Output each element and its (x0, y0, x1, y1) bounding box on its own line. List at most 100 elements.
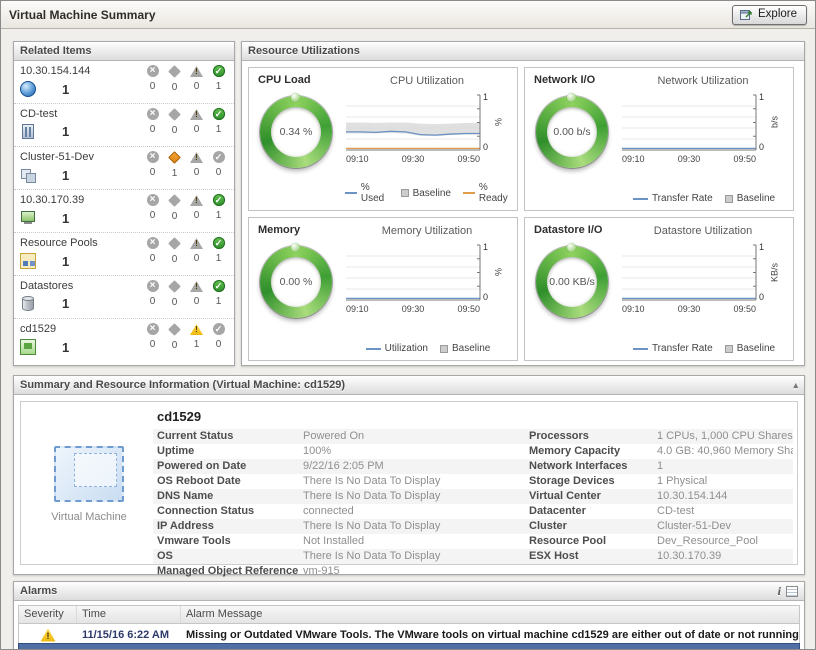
prop-value: 4.0 GB: 40,960 Memory Share (657, 444, 793, 459)
cpu-load-gauge[interactable]: 0.34 % (260, 96, 332, 168)
prop-label: Cluster (525, 519, 657, 534)
related-items-title: Related Items (20, 45, 92, 57)
related-item-name[interactable]: CD-test (20, 107, 69, 121)
critical-status-icon (168, 65, 181, 78)
gauge-value: 0.00 b/s (553, 126, 590, 138)
related-item-count[interactable]: 1 (62, 124, 69, 139)
prop-label: Managed Object Reference (153, 564, 303, 579)
table-options-icon[interactable] (786, 586, 798, 597)
y-tick-min: 0 (483, 142, 492, 152)
legend-line-swatch (633, 348, 648, 350)
gauge-label: Datastore I/O (534, 224, 602, 236)
memory-utilization-chart[interactable] (345, 242, 481, 302)
related-item-row[interactable]: cd1529 1 0 0 1 0 (14, 319, 234, 362)
y-axis-unit: % (492, 242, 505, 302)
legend-label: Transfer Rate (652, 343, 713, 354)
explore-button[interactable]: Explore (732, 5, 807, 25)
related-item-name[interactable]: 10.30.170.39 (20, 193, 84, 207)
related-item-name[interactable]: 10.30.154.144 (20, 64, 90, 78)
y-tick-max: 1 (759, 242, 768, 252)
y-tick-min: 0 (759, 292, 768, 302)
col-message[interactable]: Alarm Message (181, 606, 799, 623)
fatal-count: 0 (150, 339, 156, 350)
fatal-count: 0 (150, 124, 156, 135)
legend-label: Baseline (413, 188, 451, 199)
legend-label: Transfer Rate (652, 193, 713, 204)
critical-status-icon (168, 280, 181, 293)
related-item-row[interactable]: 10.30.170.39 1 0 0 0 1 (14, 190, 234, 233)
prop-value: Not Installed (303, 534, 525, 549)
related-item-name[interactable]: cd1529 (20, 322, 69, 336)
col-severity[interactable]: Severity (19, 606, 77, 623)
y-tick-max: 1 (759, 92, 768, 102)
cpu-utilization-chart[interactable] (345, 92, 481, 152)
x-tick: 09:50 (457, 154, 480, 164)
chart-title: Datastore Utilization (621, 225, 785, 237)
alarms-title: Alarms (20, 585, 57, 597)
related-item-count[interactable]: 1 (62, 211, 69, 226)
prop-value: 1 (657, 459, 793, 474)
datastore-io-tile: Datastore I/O Datastore Utilization 0.00… (524, 217, 794, 361)
col-time[interactable]: Time (77, 606, 181, 623)
prop-value: 9/22/16 2:05 PM (303, 459, 525, 474)
datastore-utilization-chart[interactable] (621, 242, 757, 302)
vm-name: cd1529 (157, 409, 793, 424)
normal-count: 1 (216, 81, 222, 92)
prop-label: Storage Devices (525, 474, 657, 489)
warning-status-icon (190, 238, 203, 249)
memory-gauge[interactable]: 0.00 % (260, 246, 332, 318)
normal-status-icon (213, 108, 225, 120)
related-item-count[interactable]: 1 (62, 168, 69, 183)
related-item-count[interactable]: 1 (62, 296, 69, 311)
gauge-label: CPU Load (258, 74, 311, 86)
prop-label: Uptime (153, 444, 303, 459)
related-item-row[interactable]: Datastores 1 0 0 0 1 (14, 276, 234, 319)
prop-label: Powered on Date (153, 459, 303, 474)
critical-count: 0 (172, 340, 178, 351)
network-utilization-chart[interactable] (621, 92, 757, 152)
collapse-icon[interactable]: ▴ (793, 380, 798, 391)
alarm-time: 11/15/16 6:22 AM (77, 629, 181, 641)
fatal-status-icon (147, 280, 159, 292)
related-item-count[interactable]: 1 (62, 340, 69, 355)
related-item-row[interactable]: Resource Pools 1 0 0 0 1 (14, 233, 234, 276)
datastore-io-gauge[interactable]: 0.00 KB/s (536, 246, 608, 318)
alarms-scrollbar[interactable] (18, 643, 800, 650)
critical-count: 0 (172, 125, 178, 136)
summary-properties: Current StatusPowered OnProcessors1 CPUs… (153, 429, 793, 579)
related-item-row[interactable]: 10.30.154.144 1 0 0 0 1 (14, 61, 234, 104)
alarms-table-header: Severity Time Alarm Message (19, 606, 799, 624)
x-tick: 09:30 (678, 154, 701, 164)
fatal-count: 0 (150, 81, 156, 92)
prop-value: There Is No Data To Display (303, 519, 525, 534)
datacenter-icon (22, 124, 34, 139)
normal-status-icon (213, 280, 225, 292)
related-item-count[interactable]: 1 (62, 82, 69, 97)
warning-count: 0 (194, 210, 200, 221)
chart-title: CPU Utilization (345, 75, 509, 87)
y-axis-unit: KB/s (768, 242, 781, 302)
related-item-name[interactable]: Datastores (20, 279, 73, 293)
related-item-count[interactable]: 1 (62, 254, 69, 269)
normal-status-icon (213, 323, 225, 335)
related-item-row[interactable]: Cluster-51-Dev 1 0 1 0 0 (14, 147, 234, 190)
normal-status-icon (213, 151, 225, 163)
related-item-name[interactable]: Resource Pools (20, 236, 98, 250)
fatal-count: 0 (150, 210, 156, 221)
network-io-tile: Network I/O Network Utilization 0.00 b/s… (524, 67, 794, 211)
prop-label: DNS Name (153, 489, 303, 504)
datastore-icon (22, 297, 34, 311)
normal-count: 0 (216, 167, 222, 178)
warning-count: 0 (194, 253, 200, 264)
related-item-name[interactable]: Cluster-51-Dev (20, 150, 94, 164)
x-tick: 09:30 (402, 154, 425, 164)
chart-legend: % Used Baseline % Ready (345, 182, 511, 204)
network-io-gauge[interactable]: 0.00 b/s (536, 96, 608, 168)
titlebar: Virtual Machine Summary Explore (1, 1, 815, 29)
x-tick: 09:10 (346, 304, 369, 314)
chart-legend: Transfer Rate Baseline (621, 343, 787, 354)
info-icon[interactable]: i (778, 584, 781, 599)
explore-label: Explore (758, 8, 797, 20)
x-tick: 09:10 (346, 154, 369, 164)
related-item-row[interactable]: CD-test 1 0 0 0 1 (14, 104, 234, 147)
